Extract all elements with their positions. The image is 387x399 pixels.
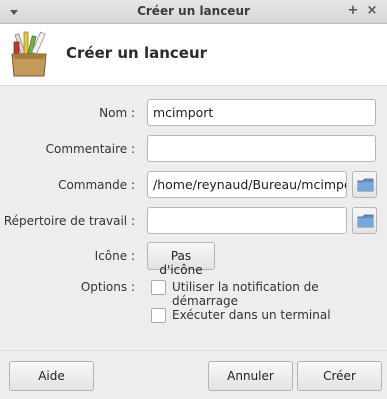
- workdir-label: Répertoire de travail :: [3, 214, 135, 228]
- close-button[interactable]: ×: [365, 4, 379, 18]
- button-separator: [0, 350, 387, 351]
- create-button[interactable]: Créer: [297, 361, 382, 391]
- name-label: Nom :: [99, 106, 135, 120]
- terminal-checkbox[interactable]: [151, 308, 166, 323]
- title-bar: Créer un lanceur + ×: [0, 0, 387, 24]
- command-browse-button[interactable]: [352, 171, 377, 198]
- folder-icon: [357, 214, 374, 228]
- launcher-box-icon: [11, 31, 47, 77]
- workdir-field[interactable]: [147, 207, 347, 234]
- dialog-header: Créer un lanceur: [0, 24, 387, 86]
- options-label: Options :: [80, 280, 135, 294]
- folder-icon: [357, 178, 374, 192]
- window-title: Créer un lanceur: [137, 4, 250, 18]
- terminal-label[interactable]: Exécuter dans un terminal: [172, 308, 331, 322]
- name-field[interactable]: mcimport: [147, 99, 376, 126]
- dialog-heading: Créer un lanceur: [66, 44, 208, 62]
- cancel-button[interactable]: Annuler: [208, 361, 293, 391]
- startup-notify-label[interactable]: Utiliser la notification de démarrage: [172, 280, 387, 308]
- help-button[interactable]: Aide: [9, 361, 94, 391]
- pin-button[interactable]: +: [346, 4, 360, 18]
- command-field[interactable]: /home/reynaud/Bureau/mcimport-: [147, 171, 347, 198]
- comment-label: Commentaire :: [45, 142, 135, 156]
- icon-label: Icône :: [94, 249, 135, 263]
- comment-field[interactable]: [147, 135, 376, 162]
- choose-icon-button[interactable]: Pas d'icône: [147, 242, 215, 277]
- command-label: Commande :: [58, 178, 135, 192]
- startup-notify-checkbox[interactable]: [151, 280, 166, 295]
- workdir-browse-button[interactable]: [352, 207, 377, 234]
